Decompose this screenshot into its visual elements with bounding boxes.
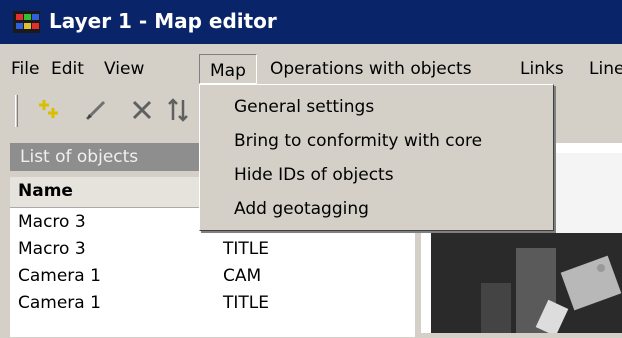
menu-view[interactable]: View: [104, 58, 144, 82]
menu-item-hide-object-ids[interactable]: Hide IDs of objects: [234, 165, 394, 185]
object-type: CAM: [223, 266, 262, 286]
window-titlebar: Layer 1 - Map editor: [0, 0, 622, 44]
menu-item-general-settings[interactable]: General settings: [234, 97, 374, 117]
window-title: Layer 1 - Map editor: [49, 9, 277, 33]
menu-lines[interactable]: Line: [589, 58, 622, 82]
map-editor-app-icon: [13, 11, 40, 33]
objects-panel-title: List of objects: [20, 147, 139, 167]
menu-item-bring-to-conformity[interactable]: Bring to conformity with core: [234, 131, 482, 151]
table-row[interactable]: Macro 3 TITLE: [10, 238, 415, 262]
map-menu-dropdown: General settings Bring to conformity wit…: [199, 84, 554, 231]
menu-bar: File Edit View Map Operations with objec…: [0, 52, 622, 86]
menu-operations-with-objects[interactable]: Operations with objects: [270, 58, 472, 82]
menu-map[interactable]: Map: [199, 54, 257, 84]
menu-item-add-geotagging[interactable]: Add geotagging: [234, 199, 369, 219]
object-name: Camera 1: [18, 266, 101, 286]
menu-links[interactable]: Links: [520, 58, 564, 82]
move-icon[interactable]: [164, 96, 192, 124]
object-type: TITLE: [223, 293, 269, 313]
table-row[interactable]: Camera 1 TITLE: [10, 292, 415, 316]
object-type: TITLE: [223, 239, 269, 259]
object-name: Macro 3: [18, 239, 86, 259]
menu-file[interactable]: File: [11, 58, 39, 82]
column-header-name-label: Name: [18, 181, 73, 201]
table-row[interactable]: Camera 1 CAM: [10, 265, 415, 289]
delete-icon[interactable]: [128, 96, 156, 124]
add-objects-icon[interactable]: [36, 96, 64, 124]
toolbar-grip[interactable]: [15, 95, 18, 127]
object-name: Macro 3: [18, 212, 86, 232]
pencil-icon[interactable]: [82, 96, 110, 124]
object-name: Camera 1: [18, 293, 101, 313]
menu-edit[interactable]: Edit: [51, 58, 84, 82]
